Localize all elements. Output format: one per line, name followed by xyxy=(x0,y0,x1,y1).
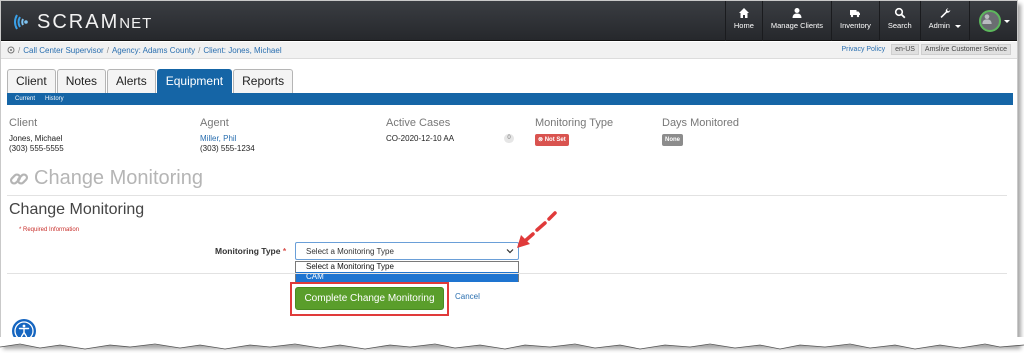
subtab-history[interactable]: History xyxy=(45,96,64,102)
nav-manage-clients-label: Manage Clients xyxy=(770,21,824,30)
client-info: Client Jones, Michael (303) 555-5555 xyxy=(9,117,64,154)
divider xyxy=(7,273,1007,274)
case-count-badge: 0 xyxy=(504,134,514,143)
monitoring-type-options: Select a Monitoring Type CAM xyxy=(295,261,519,282)
days-info: Days Monitored None xyxy=(662,117,739,146)
subtab-current[interactable]: Current xyxy=(15,96,35,102)
complete-change-monitoring-button[interactable]: Complete Change Monitoring xyxy=(295,287,444,310)
nav-admin-label: Admin xyxy=(929,21,961,30)
agent-info: Agent Miller, Phil (303) 555-1234 xyxy=(200,117,255,154)
client-header: Client xyxy=(9,117,38,129)
nav-home-label: Home xyxy=(733,21,754,30)
tab-client[interactable]: Client xyxy=(7,69,56,93)
monitoring-type-label: Monitoring Type * xyxy=(215,246,287,256)
breadcrumb: / Call Center Supervisor / Agency: Adams… xyxy=(1,42,1017,59)
monitoring-header: Monitoring Type xyxy=(535,117,614,129)
page-title: Change Monitoring xyxy=(9,167,203,190)
truck-icon xyxy=(850,10,861,18)
sub-tab-bar: Current History xyxy=(7,93,1013,105)
app-window: SCRAMNET Home Manage Clients Inventory S… xyxy=(0,0,1018,345)
customer-service-button[interactable]: Amslive Customer Service xyxy=(920,44,1011,55)
user-menu[interactable] xyxy=(969,1,1017,41)
privacy-policy-link[interactable]: Privacy Policy xyxy=(842,44,886,55)
status-badge: ⊗ Not Set xyxy=(535,134,569,146)
option-placeholder[interactable]: Select a Monitoring Type xyxy=(296,262,518,272)
nav-manage-clients[interactable]: Manage Clients xyxy=(761,1,831,41)
cancel-link[interactable]: Cancel xyxy=(455,292,480,301)
wrench-icon xyxy=(940,8,951,18)
breadcrumb-right: Privacy Policy en-US Amslive Customer Se… xyxy=(842,44,1011,55)
breadcrumb-role[interactable]: Call Center Supervisor xyxy=(23,46,103,55)
torn-edge xyxy=(0,337,1024,350)
nav-inventory-label: Inventory xyxy=(840,21,871,30)
link-icon xyxy=(9,172,29,185)
search-icon xyxy=(894,7,906,19)
signal-logo-icon xyxy=(11,11,33,33)
avatar xyxy=(979,10,1001,32)
brand-name: SCRAMNET xyxy=(37,10,153,33)
client-name: Jones, Michael xyxy=(9,134,63,143)
page-title-text: Change Monitoring xyxy=(34,167,203,189)
x-circle-icon: ⊗ xyxy=(538,137,544,143)
required-note: * Required Information xyxy=(19,227,80,233)
days-badge: None xyxy=(662,134,683,146)
annotation-arrow-icon xyxy=(517,211,557,248)
tab-notes[interactable]: Notes xyxy=(56,69,107,93)
nav-search[interactable]: Search xyxy=(878,1,920,41)
monitoring-type-select[interactable]: Select a Monitoring Type xyxy=(295,242,519,260)
chevron-down-icon xyxy=(955,24,961,28)
locale-button[interactable]: en-US xyxy=(891,44,919,55)
nav-admin[interactable]: Admin xyxy=(919,1,969,41)
case-number: CO-2020-12-10 AA xyxy=(386,134,455,143)
select-value: Select a Monitoring Type xyxy=(306,247,394,256)
nav-buttons: Home Manage Clients Inventory Search Adm… xyxy=(724,1,1017,41)
tab-alerts[interactable]: Alerts xyxy=(107,69,156,93)
tab-equipment[interactable]: Equipment xyxy=(156,69,233,93)
days-header: Days Monitored xyxy=(662,117,740,129)
breadcrumb-agency[interactable]: Agency: Adams County xyxy=(112,46,195,55)
agent-phone: (303) 555-1234 xyxy=(200,144,255,153)
agent-name-link[interactable]: Miller, Phil xyxy=(200,134,236,143)
user-avatar-icon xyxy=(982,14,992,24)
cases-info: Active Cases CO-2020-12-10 AA 0 xyxy=(386,117,516,144)
brand-logo[interactable]: SCRAMNET xyxy=(11,9,152,35)
section-title: Change Monitoring xyxy=(9,201,145,218)
user-icon xyxy=(792,8,802,18)
cases-header: Active Cases xyxy=(386,117,451,129)
divider xyxy=(7,195,1007,196)
breadcrumb-client[interactable]: Client: Jones, Michael xyxy=(203,46,281,55)
main-tabs: Client Notes Alerts Equipment Reports xyxy=(7,69,294,93)
nav-home[interactable]: Home xyxy=(724,1,762,41)
nav-search-label: Search xyxy=(887,21,912,30)
top-navbar: SCRAMNET Home Manage Clients Inventory S… xyxy=(1,1,1017,41)
chevron-down-icon xyxy=(1004,19,1010,23)
tab-reports[interactable]: Reports xyxy=(233,69,294,93)
settings-circle-icon[interactable] xyxy=(7,46,15,54)
client-phone: (303) 555-5555 xyxy=(9,144,64,153)
nav-inventory[interactable]: Inventory xyxy=(831,1,879,41)
monitoring-info: Monitoring Type ⊗ Not Set xyxy=(535,117,613,146)
home-icon xyxy=(738,8,749,18)
agent-header: Agent xyxy=(200,117,229,129)
